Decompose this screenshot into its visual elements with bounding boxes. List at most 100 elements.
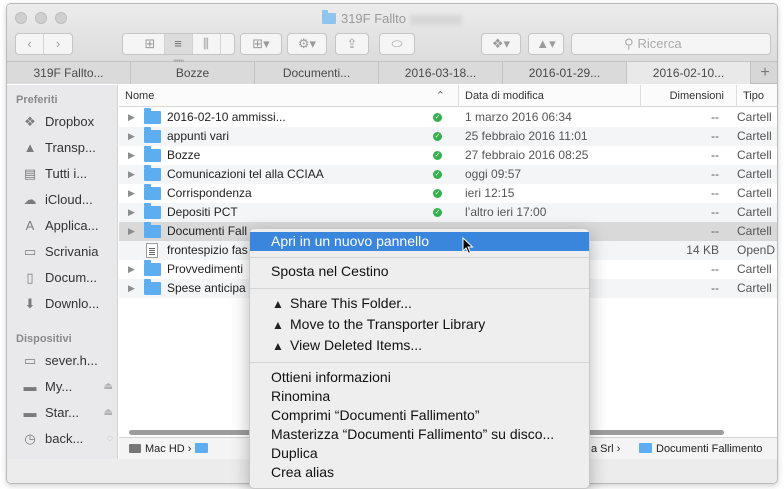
search-input[interactable]: ⚲ Ricerca [571, 33, 771, 55]
menu-item-duplicate[interactable]: Duplica [250, 444, 589, 463]
disclosure-triangle-icon[interactable]: ▶ [128, 184, 135, 203]
path-item-disk[interactable]: Mac HD › [129, 438, 212, 460]
disclosure-triangle-icon[interactable]: ▶ [128, 127, 135, 146]
eject-icon[interactable]: ⏏ [104, 377, 113, 397]
sidebar-item-transporter[interactable]: ▲ Transp... [21, 138, 117, 158]
column-name-label: Nome [125, 90, 155, 102]
share-icon: ⇪ [346, 36, 358, 51]
applications-icon: A [25, 218, 35, 233]
sidebar: Preferiti ❖ Dropbox ▲ Transp... ▤ Tutti i..… [7, 85, 118, 459]
file-kind: Cartell [737, 110, 772, 124]
sidebar-item-computer[interactable]: ▭ sever.h... [21, 351, 117, 371]
documents-icon: ▯ [26, 270, 34, 285]
transporter-icon: ▲ [272, 339, 284, 353]
tab-documenti[interactable]: Documenti... [255, 62, 379, 84]
file-size: -- [711, 186, 719, 200]
sidebar-item-icloud[interactable]: ☁ iCloud... [21, 190, 117, 210]
menu-item-view-deleted[interactable]: ▲ View Deleted Items... [250, 336, 589, 355]
menu-item-make-alias[interactable]: Crea alias [250, 463, 589, 482]
sidebar-item-my-disk[interactable]: ▬ My... ⏏ [21, 377, 117, 397]
sidebar-item-label: Applica... [45, 218, 99, 233]
disclosure-triangle-icon[interactable]: ▶ [128, 260, 135, 279]
disclosure-triangle-icon[interactable]: ▶ [128, 279, 135, 298]
file-row[interactable]: ▶ Depositi PCT ✓ l’altro ieri 17:00 -- Cartel… [119, 203, 777, 222]
sidebar-item-star-disk[interactable]: ▬ Star... ⏏ [21, 403, 117, 423]
cloud-icon: ☁ [23, 192, 37, 207]
share-button[interactable]: ⇪ [335, 33, 369, 55]
view-mode-buttons: ⊞≡⫼▥ [122, 33, 235, 71]
menu-item-get-info[interactable]: Ottieni informazioni [250, 368, 589, 387]
sidebar-item-backup[interactable]: ◷ back... ◌ [21, 429, 117, 449]
sidebar-item-label: sever.h... [45, 353, 98, 368]
menu-item-burn[interactable]: Masterizza “Documenti Fallimento” su dis… [250, 425, 589, 444]
tab-319f[interactable]: 319F Fallto... [7, 62, 131, 84]
action-button[interactable]: ⚙▾ [287, 33, 327, 55]
tab-2016-01-29[interactable]: 2016-01-29... [503, 62, 627, 84]
disk-icon: ▬ [23, 405, 37, 420]
file-size: -- [711, 281, 719, 295]
disclosure-triangle-icon[interactable]: ▶ [128, 203, 135, 222]
column-name[interactable]: Nome ⌃ [119, 85, 453, 107]
desktop-icon: ▭ [23, 244, 37, 259]
eject-icon[interactable]: ⏏ [104, 403, 113, 423]
path-separator: › [616, 443, 621, 455]
file-row[interactable]: ▶ Comunicazioni tel alla CCIAA ✓ oggi 09:57… [119, 165, 777, 184]
disclosure-triangle-icon[interactable]: ▶ [128, 146, 135, 165]
menu-item-move-transporter[interactable]: ▲ Move to the Transporter Library [250, 315, 589, 334]
file-row[interactable]: ▶ Corrispondenza ✓ ieri 12:15 -- Cartell [119, 184, 777, 203]
transporter-toolbar-button[interactable]: ▲▾ [528, 33, 564, 55]
menu-item-open-new-tab[interactable]: Apri in un nuovo pannello [250, 232, 589, 251]
tab-2016-03-18[interactable]: 2016-03-18... [379, 62, 503, 84]
sidebar-header-favorites: Preferiti [16, 94, 58, 106]
folder-icon [144, 222, 161, 238]
sidebar-item-applications[interactable]: A Applica... [21, 216, 117, 236]
disk-icon: ▬ [23, 379, 37, 394]
menu-separator [250, 362, 589, 363]
disclosure-triangle-icon[interactable]: ▶ [128, 165, 135, 184]
icon-view-button[interactable]: ⊞ [137, 34, 165, 54]
dropbox-toolbar-button[interactable]: ❖▾ [481, 33, 521, 55]
tags-button[interactable]: ⬭ [379, 33, 415, 55]
file-row[interactable]: ▶ appunti vari ✓ 25 febbraio 2016 11:01 -- Ca… [119, 127, 777, 146]
disclosure-triangle-icon[interactable]: ▶ [128, 108, 135, 127]
column-date[interactable]: Data di modifica [458, 85, 640, 107]
spinner-icon: ◌ [107, 433, 113, 444]
new-tab-button[interactable]: + [753, 62, 777, 84]
back-button[interactable]: ‹ [16, 34, 44, 54]
file-row[interactable]: ▶ Bozze ✓ 27 febbraio 2016 08:25 -- Cartell [119, 146, 777, 165]
sidebar-item-desktop[interactable]: ▭ Scrivania [21, 242, 117, 262]
sidebar-item-downloads[interactable]: ⬇ Downlo... [21, 294, 117, 314]
file-row[interactable]: ▶ 2016-02-10 ammissi... ✓ 1 marzo 2016 06:3… [119, 108, 777, 127]
forward-button[interactable]: › [44, 34, 72, 54]
file-size: -- [711, 110, 719, 124]
list-view-button[interactable]: ≡ [164, 34, 193, 54]
file-kind: Cartell [737, 148, 772, 162]
transporter-icon: ▲ [272, 297, 284, 311]
arrange-button[interactable]: ⊞▾ [240, 33, 282, 55]
file-name: Comunicazioni tel alla CCIAA [167, 167, 324, 181]
column-header: Nome ⌃ Data di modifica Dimensioni Tipo [119, 85, 777, 107]
menu-item-compress[interactable]: Comprimi “Documenti Fallimento” [250, 406, 589, 425]
tab-bozze[interactable]: Bozze [131, 62, 255, 84]
transporter-icon: ▲▾ [536, 36, 556, 51]
chevron-right-icon: › [55, 36, 61, 51]
column-view-button[interactable]: ⫼ [193, 34, 221, 54]
menu-item-rename[interactable]: Rinomina [250, 387, 589, 406]
column-size[interactable]: Dimensioni [640, 85, 736, 107]
file-kind: Cartell [737, 281, 772, 295]
folder-icon [144, 203, 161, 219]
menu-item-share-folder[interactable]: ▲ Share This Folder... [250, 294, 589, 313]
path-item-company[interactable]: a Srl › [591, 438, 620, 460]
path-item-current[interactable]: Documenti Fallimento [639, 438, 762, 460]
file-kind: Cartell [737, 129, 772, 143]
file-kind: Cartell [737, 224, 772, 238]
sidebar-item-all-files[interactable]: ▤ Tutti i... [21, 164, 117, 184]
sidebar-item-documents[interactable]: ▯ Docum... [21, 268, 117, 288]
menu-item-move-to-trash[interactable]: Sposta nel Cestino [250, 262, 589, 281]
sidebar-item-label: Scrivania [45, 244, 99, 259]
tab-2016-02-10[interactable]: 2016-02-10... [627, 62, 751, 84]
disclosure-triangle-icon[interactable]: ▶ [128, 222, 135, 241]
sidebar-item-dropbox[interactable]: ❖ Dropbox [21, 112, 117, 132]
blurred-title-suffix [410, 14, 463, 25]
column-kind[interactable]: Tipo [736, 85, 777, 107]
